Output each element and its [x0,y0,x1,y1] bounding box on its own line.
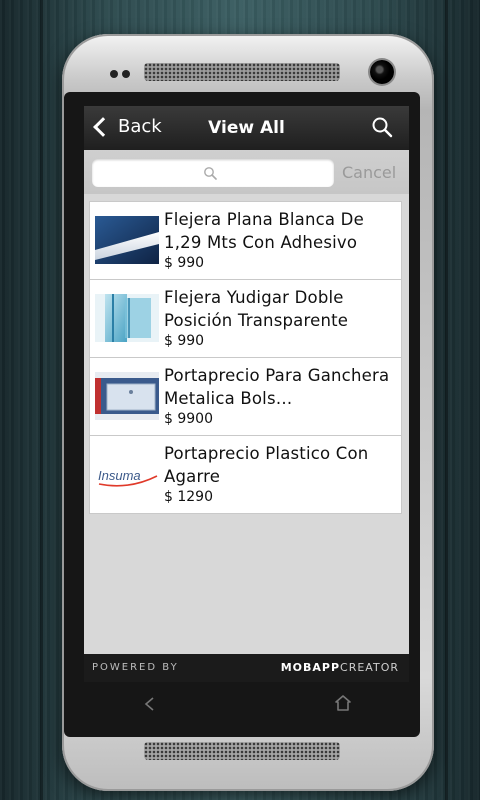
front-camera [370,60,394,84]
back-softkey-icon[interactable] [142,696,158,712]
list-item[interactable]: Flejera Plana Blanca De 1,29 Mts Con Adh… [89,201,402,280]
product-thumbnail [95,294,159,342]
brand-light: CREATOR [340,661,399,674]
navigation-bar: Back View All [84,106,409,150]
page-title: View All [208,118,285,138]
powered-by-label: POWERED BY [92,662,179,673]
search-icon [204,167,217,180]
insuma-logo: Insuma [95,450,159,498]
brand-bold: MOBAPP [280,661,341,674]
earpiece-speaker [144,63,340,81]
list-item[interactable]: Insuma Portaprecio Plastico Con Agarre $… [89,435,402,514]
product-price: $ 990 [164,333,205,349]
list-item[interactable]: Flejera Yudigar Doble Posición Transpare… [89,279,402,358]
background-plank-line [445,0,448,800]
svg-text:Insuma: Insuma [98,468,141,483]
product-price: $ 990 [164,255,205,271]
soft-keys [84,682,409,732]
product-list: Flejera Plana Blanca De 1,29 Mts Con Adh… [89,201,402,514]
light-sensor [122,70,130,78]
home-softkey-icon[interactable] [334,694,352,712]
product-title: Portaprecio Plastico Con Agarre [164,444,369,486]
app-screen: Back View All Cancel Flejera Plana Blanc… [84,106,409,682]
search-input[interactable] [92,159,334,187]
product-thumbnail [95,372,159,420]
bottom-speaker [144,742,340,760]
powered-by-footer: POWERED BY MOBAPPCREATOR [84,654,409,682]
background-plank-line [40,0,43,800]
search-icon[interactable] [371,116,393,138]
product-title: Flejera Plana Blanca De 1,29 Mts Con Adh… [164,210,364,252]
brand-logo: MOBAPPCREATOR [281,661,399,674]
search-bar: Cancel [84,150,409,194]
cancel-button[interactable]: Cancel [342,163,396,182]
list-item[interactable]: Portaprecio Para Ganchera Metalica Bols…… [89,357,402,436]
product-title: Portaprecio Para Ganchera Metalica Bols… [164,366,390,408]
product-price: $ 9900 [164,411,213,427]
product-price: $ 1290 [164,489,213,505]
product-title: Flejera Yudigar Doble Posición Transpare… [164,288,349,330]
product-thumbnail [95,216,159,264]
proximity-sensor [110,70,118,78]
